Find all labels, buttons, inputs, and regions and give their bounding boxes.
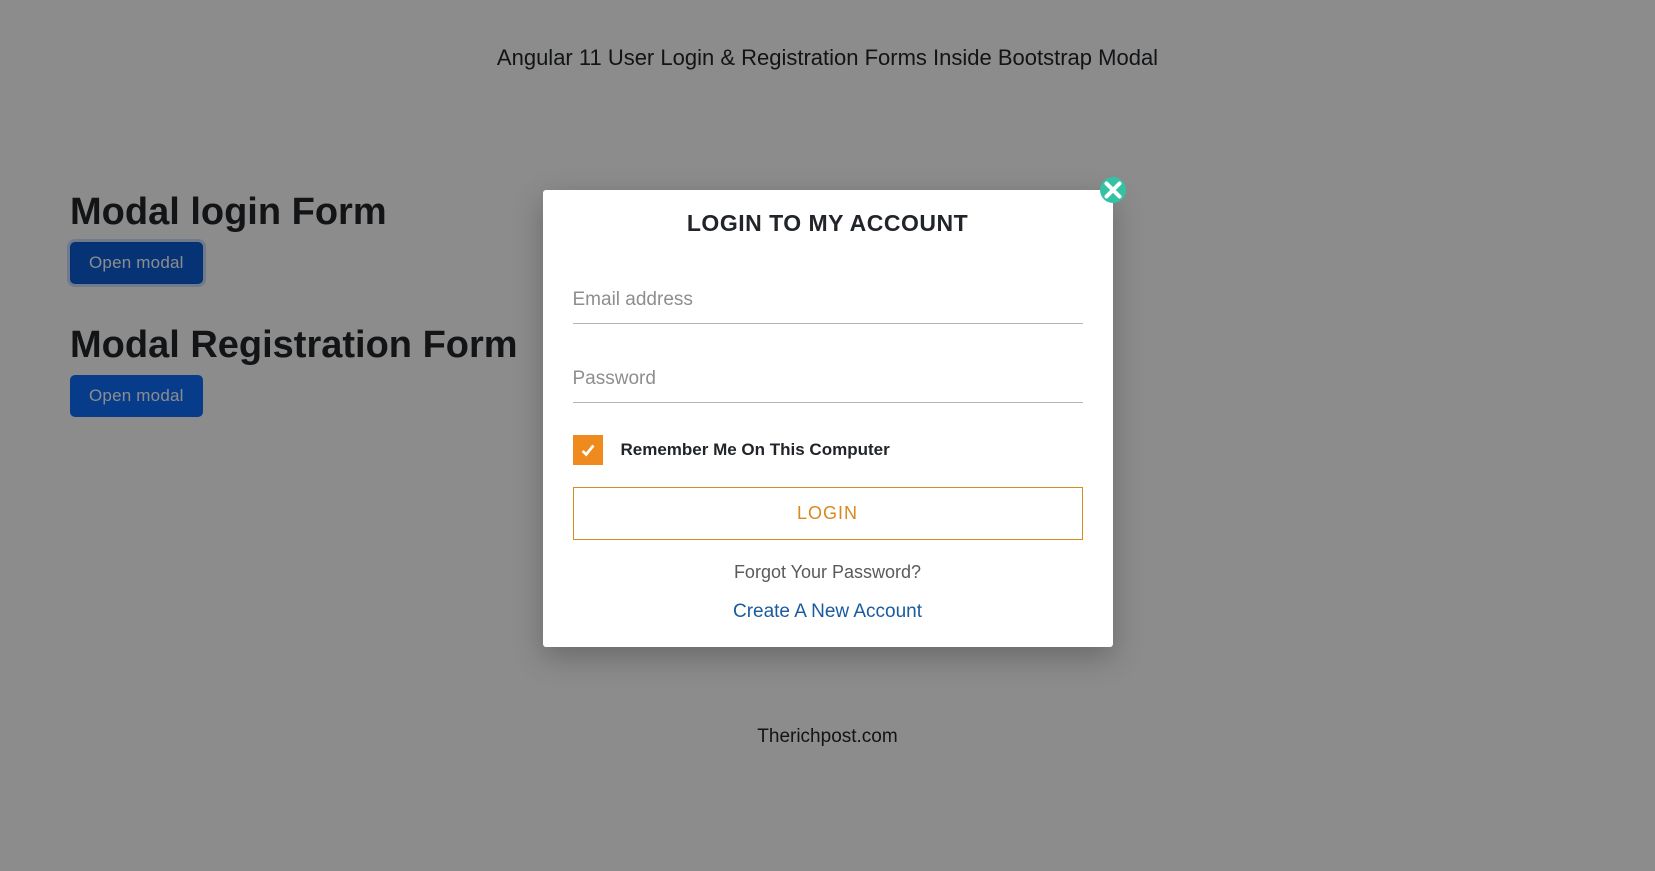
- checkmark-icon: [579, 441, 597, 459]
- password-field[interactable]: [573, 356, 1083, 403]
- remember-row: Remember Me On This Computer: [573, 435, 1083, 465]
- login-modal: LOGIN TO MY ACCOUNT Remember Me On This …: [543, 190, 1113, 647]
- login-button[interactable]: LOGIN: [573, 487, 1083, 540]
- create-account-link[interactable]: Create A New Account: [573, 601, 1083, 623]
- email-field[interactable]: [573, 277, 1083, 324]
- remember-label: Remember Me On This Computer: [621, 440, 890, 460]
- close-x-icon: [1100, 177, 1126, 203]
- remember-checkbox[interactable]: [573, 435, 603, 465]
- modal-overlay[interactable]: LOGIN TO MY ACCOUNT Remember Me On This …: [0, 0, 1655, 871]
- close-icon[interactable]: [1100, 177, 1126, 203]
- modal-title: LOGIN TO MY ACCOUNT: [573, 210, 1083, 237]
- forgot-password-link[interactable]: Forgot Your Password?: [573, 562, 1083, 583]
